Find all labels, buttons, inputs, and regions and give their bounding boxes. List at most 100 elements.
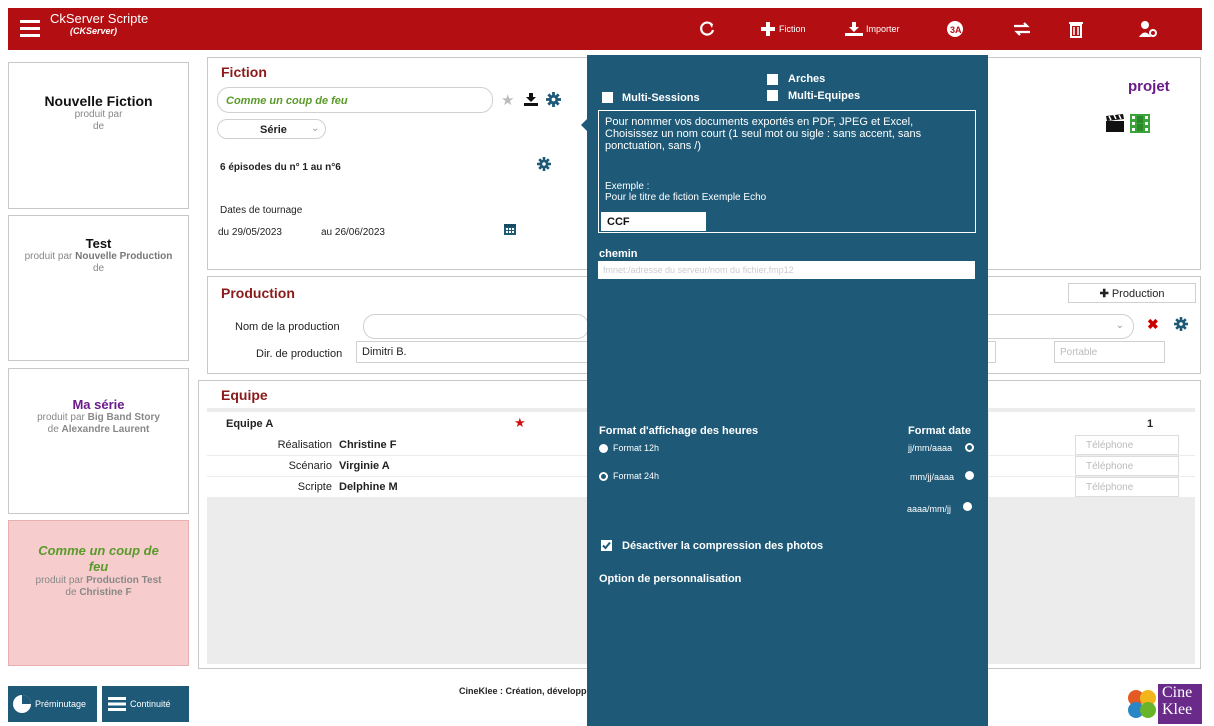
card-author: de Alexandre Laurent [9,424,188,436]
card-producer: produit par Production Test [9,575,188,587]
example-label: Exemple : [605,181,650,192]
projet-brand: projet [1128,78,1170,95]
format-12h-radio[interactable] [599,444,608,453]
import-button[interactable]: Importer [844,16,900,42]
production-gear-icon[interactable] [1174,317,1188,331]
date-from[interactable]: du 29/05/2023 [218,227,282,238]
dir-production-label: Dir. de production [256,348,343,360]
delete-x-icon[interactable]: ✖ [1147,316,1159,333]
date-format-2-label: mm/jj/aaaa [910,472,955,482]
member-name: Delphine M [339,481,398,493]
fiction-title-input[interactable]: Comme un coup de feu [217,87,493,113]
member-row[interactable]: Scénario Virginie A [207,456,587,476]
fiction-card-comme-un-coup[interactable]: Comme un coup de feu produit par Product… [8,520,189,666]
fiction-type-select[interactable]: Série ⌄ [217,119,326,139]
clapperboard-icon[interactable] [1104,113,1126,133]
multi-equipes-label: Multi-Equipes [788,90,861,102]
production-name-input[interactable] [363,314,589,339]
member-role: Scénario [288,460,332,472]
compress-checkbox[interactable] [601,540,612,551]
member-role: Scripte [297,481,332,493]
phone-row: Téléphone [989,477,1195,497]
member-row[interactable]: Scripte Delphine M [207,477,587,497]
format-12h-label: Format 12h [613,443,660,453]
card-author: de Christine F [9,587,188,599]
checkmark-icon [602,541,611,550]
card-producer: produit par [74,109,123,120]
phone-input[interactable]: Téléphone [1075,435,1179,455]
phone-row: Téléphone [989,435,1195,455]
swap-icon[interactable] [1012,16,1032,42]
producer-prefix: produit par [24,251,73,262]
card-title: Ma série [72,397,125,412]
import-icon [845,22,863,36]
import-label: Importer [866,24,900,34]
producer-prefix: produit par [37,412,85,423]
team-count-row: 1 [989,412,1195,435]
refresh-icon[interactable] [698,16,716,42]
clover-logo-icon [1128,690,1156,718]
example-text: Pour le titre de fiction Exemple Echo [605,192,767,203]
fiction-card-test[interactable]: Test produit par Nouvelle Production de [8,215,189,361]
format-24h-label: Format 24h [613,471,660,481]
trash-icon[interactable] [1068,16,1084,42]
svg-text:3A: 3A [950,25,962,35]
producer-name: Production Test [86,575,162,586]
chemin-input[interactable]: fmnet:/adresse du serveur/nom du fichier… [598,261,975,279]
film-strip-icon[interactable] [1130,114,1150,133]
chevron-down-icon: ⌄ [1115,320,1124,331]
member-name: Christine F [339,439,397,451]
fiction-card-ma-serie[interactable]: Ma série produit par Big Band Story de A… [8,368,189,514]
add-production-label: Production [1111,288,1165,300]
fiction-type-value: Série [260,124,287,136]
popover-caret [581,118,588,132]
fiction-title-value: Comme un coup de feu [226,95,348,107]
chemin-label: chemin [599,248,638,260]
preminutage-button[interactable]: Préminutage [8,686,97,722]
hamburger-menu-icon[interactable] [20,20,40,38]
date-to[interactable]: au 26/06/2023 [321,227,385,238]
settings-popover: Arches Multi-Sessions Multi-Equipes Pour… [581,55,988,726]
cineklee-logo: Cine Klee [1126,684,1206,724]
settings-gear-icon[interactable] [546,92,561,107]
multi-sessions-label: Multi-Sessions [622,92,700,104]
portable-input[interactable]: Portable [1054,341,1165,363]
star-icon[interactable]: ★ [501,91,514,109]
plus-icon: ✚ [1099,288,1109,300]
fiction-card-nouvelle[interactable]: Nouvelle Fiction produit par de [8,62,189,209]
production-name-label: Nom de la production [235,321,340,333]
team-row[interactable]: Equipe A ★ [207,412,587,435]
dir-production-input[interactable]: Dimitri B. [356,341,589,363]
top-bar: CkServer Scripte (CKServer) Fiction Impo… [8,8,1202,50]
star-required-icon[interactable]: ★ [514,415,526,431]
member-row[interactable]: Réalisation Christine F [207,435,587,455]
date-format-3-radio[interactable] [963,502,972,511]
phone-input[interactable]: Téléphone [1075,477,1179,497]
add-production-button[interactable]: ✚ Production [1068,283,1196,303]
author-name: Christine F [79,587,132,598]
plus-icon [761,22,775,36]
fiction-section-title: Fiction [221,64,267,80]
date-format-2-radio[interactable] [965,471,974,480]
member-name: Virginie A [339,460,390,472]
date-format-3-label: aaaa/mm/jj [907,504,952,514]
calendar-icon[interactable] [503,222,517,236]
format-24h-radio[interactable] [599,472,608,481]
production-select-end[interactable]: ⌄ [988,314,1134,339]
multi-sessions-checkbox[interactable] [602,92,613,103]
arches-checkbox[interactable] [767,74,778,85]
import-icon[interactable] [523,93,539,107]
compress-label: Désactiver la compression des photos [622,540,824,552]
episodes-gear-icon[interactable] [537,157,551,171]
stats-icon[interactable]: 3A [946,16,964,42]
multi-equipes-checkbox[interactable] [767,90,778,101]
continuite-button[interactable]: Continuité [102,686,189,722]
export-name-box: Pour nommer vos documents exportés en PD… [598,110,976,233]
user-settings-icon[interactable] [1138,16,1158,42]
phone-input[interactable]: Téléphone [1075,456,1179,476]
list-icon [108,697,126,711]
short-name-input[interactable]: CCF [601,212,706,231]
date-format-1-radio[interactable] [965,443,974,452]
add-fiction-button[interactable]: Fiction [760,16,806,42]
production-section-title: Production [221,285,295,301]
